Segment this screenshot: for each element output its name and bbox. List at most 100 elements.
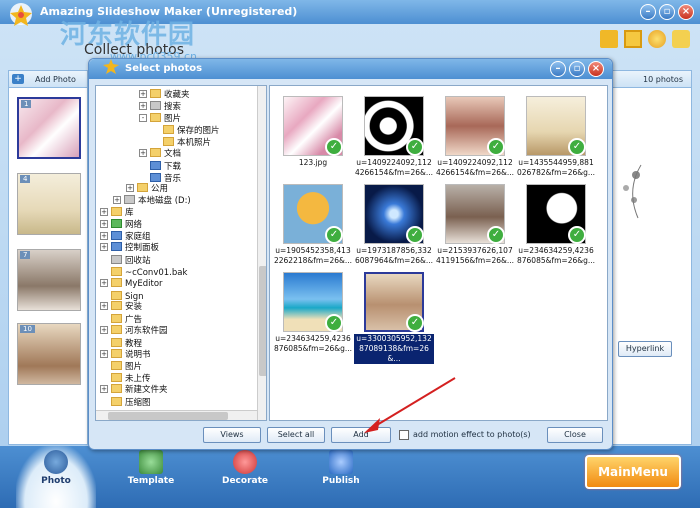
folder-icon[interactable] [600, 30, 618, 48]
photo-item[interactable]: ✓ u=1409224092,1124266154&fm=26&... [435, 90, 515, 177]
tree-item[interactable]: ~cConv01.bak [100, 266, 187, 278]
tree-scrollbar[interactable] [257, 86, 266, 420]
expand-toggle-icon[interactable]: + [100, 385, 108, 393]
tree-item[interactable]: 本机照片 [152, 136, 211, 148]
tree-item[interactable]: 压缩图 [100, 396, 151, 408]
photo-item[interactable]: ✓ u=234634259,4236876085&fm=26&g... [516, 178, 596, 265]
tree-item[interactable]: + 安装 [100, 301, 142, 313]
tab-template[interactable]: Template [111, 446, 191, 508]
scrollbar-thumb[interactable] [259, 266, 266, 376]
maximize-button[interactable]: ▫ [659, 4, 675, 20]
expand-toggle-icon[interactable]: - [139, 113, 147, 122]
tree-item[interactable]: + 说明书 [100, 348, 151, 361]
expand-toggle-icon[interactable]: + [139, 101, 147, 110]
expand-toggle-icon[interactable]: + [100, 243, 108, 252]
expand-toggle-icon[interactable]: + [113, 196, 121, 205]
tree-item[interactable]: + 库 [100, 207, 134, 219]
tree-item[interactable]: 下载 [139, 160, 181, 172]
tree-item[interactable]: 保存的图片 [152, 124, 220, 136]
tree-horizontal-scrollbar[interactable] [96, 410, 257, 420]
tree-item[interactable]: + 公用 [126, 183, 168, 195]
tree-item-label: 本机照片 [177, 138, 212, 149]
tree-item[interactable]: - 图片 [139, 112, 181, 125]
tree-item[interactable]: + 新建文件夹 [100, 384, 168, 396]
frame-icon[interactable] [624, 30, 642, 48]
tree-item[interactable]: + 网络 [100, 218, 142, 231]
tree-item[interactable]: + 河东软件园 [100, 325, 168, 337]
photo-item[interactable]: ✓ u=1905452358,4132262218&fm=26&... [273, 178, 353, 265]
tree-item[interactable]: 图片 [100, 360, 142, 372]
tree-item[interactable]: 音乐 [139, 172, 181, 184]
check-icon[interactable]: ✓ [325, 138, 343, 156]
tree-item[interactable]: + 控制面板 [100, 242, 159, 254]
check-icon[interactable]: ✓ [406, 138, 424, 156]
slide-thumbnail[interactable]: 4 [17, 173, 81, 235]
help-icon[interactable] [672, 30, 690, 48]
motion-effect-checkbox[interactable] [399, 430, 409, 440]
minimize-button[interactable]: – [640, 4, 656, 20]
dialog-close-button[interactable]: × [588, 61, 604, 77]
dialog-maximize-button[interactable]: ▫ [569, 61, 585, 77]
check-icon[interactable]: ✓ [568, 226, 586, 244]
photo-item[interactable]: ✓ 123.jpg [273, 90, 353, 176]
tree-item[interactable]: + 家庭组 [100, 230, 151, 243]
check-icon[interactable]: ✓ [487, 138, 505, 156]
add-button[interactable]: Add [331, 427, 391, 443]
folder-tree[interactable]: + 收藏夹 + 搜索 - 图片 保存的图片 本机照片 + 文档 下载 音乐 + 公用 + 本地磁盘 (D:) +… [95, 85, 267, 421]
photo-item[interactable]: ✓ u=1409224092,1124266154&fm=26&... [354, 90, 434, 177]
expand-toggle-icon[interactable]: + [100, 208, 108, 216]
bulb-icon[interactable] [648, 30, 666, 48]
tree-item[interactable]: + 文档 [139, 148, 181, 160]
tree-item[interactable]: + 搜索 [139, 100, 181, 113]
photo-item[interactable]: ✓ u=1435544959,881026782&fm=26&g... [516, 90, 596, 177]
photo-item[interactable]: ✓ u=234634259,4236876085&fm=26&g... [273, 266, 353, 353]
check-icon[interactable]: ✓ [325, 226, 343, 244]
check-icon[interactable]: ✓ [325, 314, 343, 332]
tree-item[interactable]: + MyEditor [100, 277, 163, 290]
tree-item[interactable]: + 本地磁盘 (D:) [113, 195, 191, 207]
expand-toggle-icon[interactable]: + [139, 149, 147, 157]
expand-toggle-icon[interactable]: + [100, 278, 108, 287]
tree-item[interactable]: Sign [100, 290, 144, 302]
tree-item[interactable]: 未上传 [100, 372, 151, 384]
check-icon[interactable]: ✓ [568, 138, 586, 156]
tree-item-label: 未上传 [125, 374, 151, 385]
tab-decorate[interactable]: Decorate [205, 446, 285, 508]
expand-toggle-icon[interactable]: + [100, 302, 108, 311]
expand-toggle-icon[interactable]: + [100, 219, 108, 228]
select-all-button[interactable]: Select all [267, 427, 325, 443]
tab-publish[interactable]: Publish [301, 446, 381, 508]
photo-item[interactable]: ✓ u=3300305952,13287089138&fm=26&... [354, 266, 434, 364]
slide-thumbnail[interactable]: 1 [17, 97, 81, 159]
check-icon[interactable]: ✓ [406, 226, 424, 244]
close-button[interactable]: × [678, 4, 694, 20]
tree-item[interactable]: 教程 [100, 337, 142, 349]
slide-thumbnail[interactable]: 7 [17, 249, 81, 311]
tree-item[interactable]: 广告 [100, 313, 142, 325]
expand-toggle-icon[interactable]: + [139, 90, 147, 98]
expand-toggle-icon[interactable]: + [126, 184, 134, 193]
photo-item[interactable]: ✓ u=2153937626,1074119156&fm=26&... [435, 178, 515, 265]
tree-item-label: 说明书 [125, 349, 151, 360]
tree-item-label: 新建文件夹 [125, 385, 168, 395]
dialog-minimize-button[interactable]: – [550, 61, 566, 77]
expand-toggle-icon[interactable]: + [100, 326, 108, 334]
tab-photo[interactable]: Photo [16, 446, 96, 508]
expand-toggle-icon[interactable]: + [100, 349, 108, 358]
folder-icon [111, 267, 122, 276]
check-icon[interactable]: ✓ [487, 226, 505, 244]
close-dialog-button[interactable]: Close [547, 427, 603, 443]
expand-toggle-icon[interactable]: + [100, 231, 108, 240]
heart-icon [233, 450, 257, 474]
hyperlink-button[interactable]: Hyperlink [618, 341, 672, 357]
slide-thumbnail[interactable]: 10 [17, 323, 81, 385]
check-icon[interactable]: ✓ [406, 314, 424, 332]
folder-icon [111, 277, 122, 287]
views-button[interactable]: Views [203, 427, 261, 443]
tree-item[interactable]: + 收藏夹 [139, 89, 190, 101]
tree-item[interactable]: 回收站 [100, 254, 151, 266]
main-menu-button[interactable]: MainMenu [585, 455, 681, 489]
download-icon [150, 160, 161, 170]
scrollbar-thumb[interactable] [108, 412, 228, 420]
photo-item[interactable]: ✓ u=1973187856,3326087964&fm=26&... [354, 178, 434, 265]
